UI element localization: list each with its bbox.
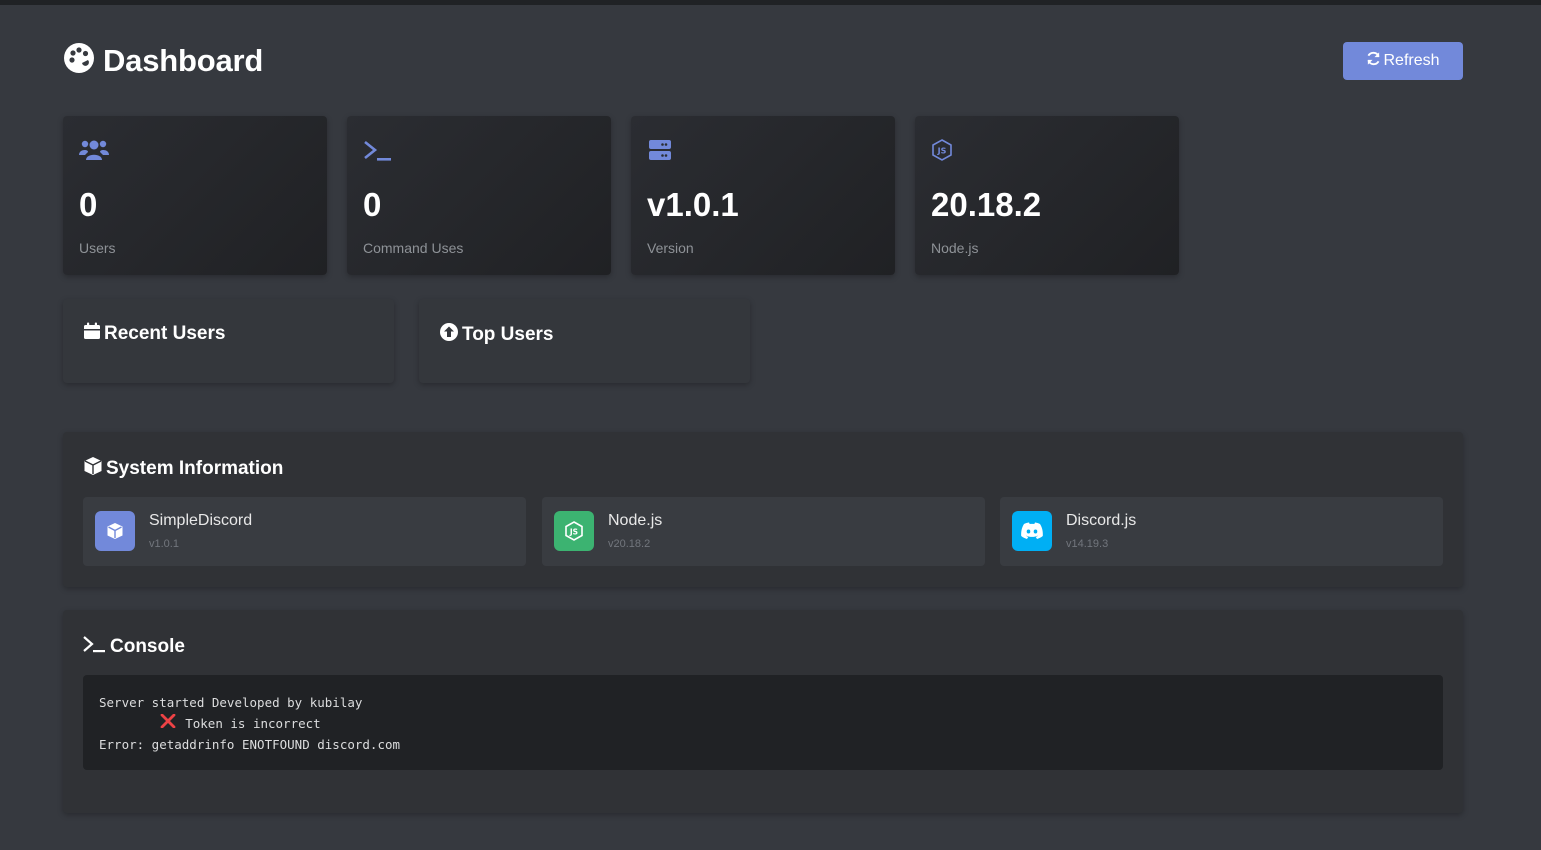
palette-icon	[63, 42, 95, 79]
terminal-icon	[363, 138, 393, 164]
recent-users-card: Recent Users	[63, 299, 394, 383]
system-item-name: Discord.js	[1066, 512, 1137, 529]
refresh-button[interactable]: Refresh	[1343, 42, 1463, 80]
console-heading: Console	[83, 634, 185, 660]
discord-icon	[1012, 511, 1052, 551]
console-title: Console	[110, 636, 185, 657]
stat-value-users: 0	[79, 186, 98, 223]
cube-icon	[83, 456, 103, 482]
stat-card-users: 0 Users	[63, 116, 327, 275]
recent-users-title: Recent Users	[104, 323, 226, 344]
system-item-version: v1.0.1	[149, 538, 179, 550]
nodejs-icon: JS	[554, 511, 594, 551]
top-users-title: Top Users	[462, 324, 554, 345]
system-item-name: SimpleDiscord	[149, 512, 253, 529]
console-line: Error: getaddrinfo ENOTFOUND discord.com	[99, 737, 401, 752]
system-item-version: v20.18.2	[608, 538, 651, 550]
system-information-title: System Information	[106, 458, 284, 479]
users-icon	[79, 138, 109, 164]
stat-label-users: Users	[79, 240, 116, 256]
system-information-panel: System Information SimpleDiscord v1.0.1 …	[63, 432, 1463, 587]
system-item-nodejs: JS Node.js v20.18.2	[542, 497, 985, 566]
stat-card-nodejs: JS 20.18.2 Node.js	[915, 116, 1179, 275]
console-panel: Console Server started Developed by kubi…	[63, 610, 1463, 813]
console-line: Token is incorrect	[99, 713, 1427, 734]
cube-icon	[95, 511, 135, 551]
page-header: Dashboard Refresh	[63, 42, 1463, 80]
calendar-icon	[83, 322, 101, 346]
stat-label-version: Version	[647, 240, 694, 256]
console-line: Server started Developed by kubilay	[99, 695, 363, 710]
stat-card-version: v1.0.1 Version	[631, 116, 895, 275]
arrow-up-circle-icon	[439, 322, 459, 348]
page-title-text: Dashboard	[103, 42, 264, 78]
recent-users-heading: Recent Users	[83, 322, 225, 346]
svg-text:JS: JS	[569, 528, 578, 537]
nodejs-icon: JS	[931, 138, 961, 164]
system-information-heading: System Information	[83, 456, 283, 482]
top-users-card: Top Users	[419, 299, 750, 383]
page-title: Dashboard	[63, 42, 263, 79]
system-item-version: v14.19.3	[1066, 538, 1109, 550]
terminal-icon	[83, 634, 107, 660]
system-item-discordjs: Discord.js v14.19.3	[1000, 497, 1443, 566]
stat-card-command-uses: 0 Command Uses	[347, 116, 611, 275]
system-item-simplediscord: SimpleDiscord v1.0.1	[83, 497, 526, 566]
stat-label-nodejs: Node.js	[931, 240, 979, 256]
stat-value-version: v1.0.1	[647, 186, 739, 223]
refresh-icon	[1366, 51, 1381, 71]
stat-label-command-uses: Command Uses	[363, 240, 464, 256]
refresh-button-label: Refresh	[1383, 52, 1440, 69]
svg-text:JS: JS	[937, 147, 947, 156]
console-output[interactable]: Server started Developed by kubilay Toke…	[83, 675, 1443, 770]
top-users-heading: Top Users	[439, 322, 554, 348]
stat-value-nodejs: 20.18.2	[931, 186, 1042, 223]
system-item-name: Node.js	[608, 512, 663, 529]
top-bar	[0, 0, 1541, 5]
server-icon	[647, 138, 677, 164]
stat-value-command-uses: 0	[363, 186, 382, 223]
